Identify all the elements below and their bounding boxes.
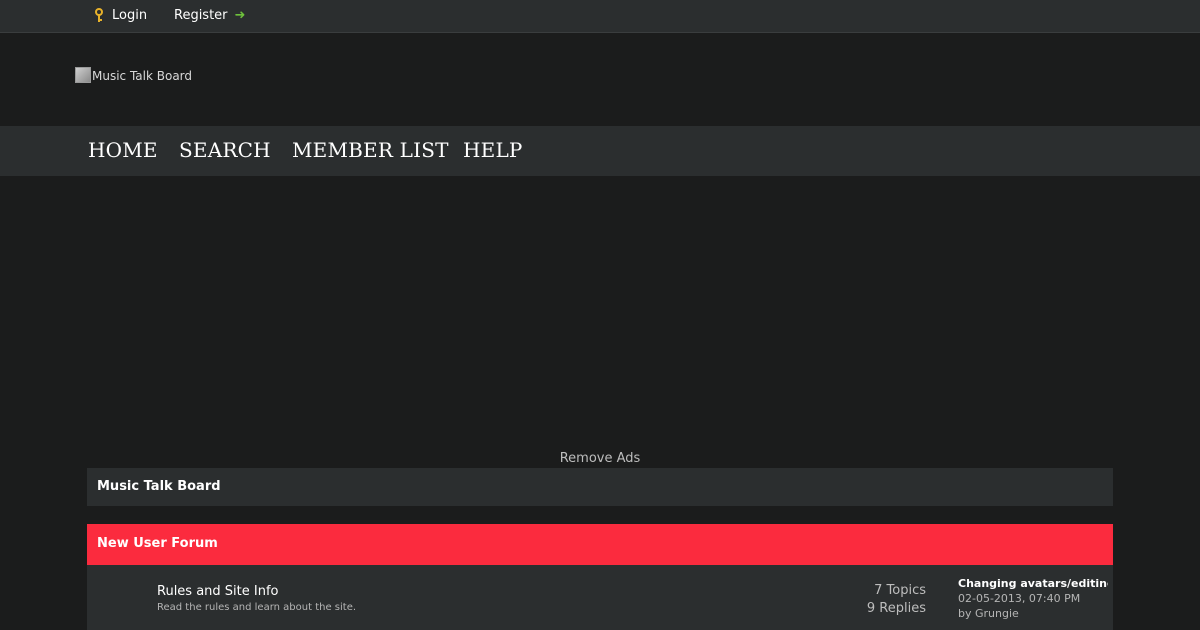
last-post-author-line: by Grungie xyxy=(958,606,1108,621)
register-link[interactable]: Register ➜ xyxy=(174,8,245,23)
breadcrumb: Music Talk Board xyxy=(87,468,1113,506)
last-post: Changing avatars/editing ... 02-05-2013,… xyxy=(958,576,1108,621)
topic-count: 7 Topics xyxy=(874,583,926,598)
last-post-title[interactable]: Changing avatars/editing ... xyxy=(958,576,1108,591)
login-link[interactable]: Login xyxy=(94,8,147,23)
forum-name[interactable]: Rules and Site Info xyxy=(157,584,279,599)
breadcrumb-home[interactable]: Music Talk Board xyxy=(97,479,221,494)
site-header: Music Talk Board xyxy=(0,33,1200,126)
top-bar: Login Register ➜ xyxy=(0,0,1200,33)
nav-member-list[interactable]: MEMBER LIST xyxy=(292,138,449,162)
site-logo[interactable]: Music Talk Board xyxy=(75,67,193,84)
key-icon xyxy=(94,8,104,23)
last-post-by-prefix: by xyxy=(958,607,972,620)
logo-alt-text: Music Talk Board xyxy=(92,69,193,83)
arrow-right-icon: ➜ xyxy=(234,8,246,23)
forum-description: Read the rules and learn about the site. xyxy=(157,602,357,613)
remove-ads-link[interactable]: Remove Ads xyxy=(0,451,1200,466)
reply-count: 9 Replies xyxy=(866,601,926,616)
forum-row: Rules and Site Info Read the rules and l… xyxy=(87,565,1113,630)
nav-search[interactable]: SEARCH xyxy=(179,138,271,162)
forum-stats: 7 Topics 9 Replies xyxy=(867,582,926,618)
category-header: New User Forum xyxy=(87,524,1113,565)
nav-home[interactable]: HOME xyxy=(88,138,158,162)
last-post-date: 02-05-2013, 07:40 PM xyxy=(958,592,1081,605)
register-label: Register xyxy=(174,8,228,23)
category-title[interactable]: New User Forum xyxy=(97,536,218,551)
last-post-author[interactable]: Grungie xyxy=(975,607,1019,620)
nav-help[interactable]: HELP xyxy=(463,138,523,162)
login-label: Login xyxy=(112,8,148,23)
main-nav: HOME SEARCH MEMBER LIST HELP xyxy=(0,126,1200,176)
broken-image-icon xyxy=(75,67,91,83)
